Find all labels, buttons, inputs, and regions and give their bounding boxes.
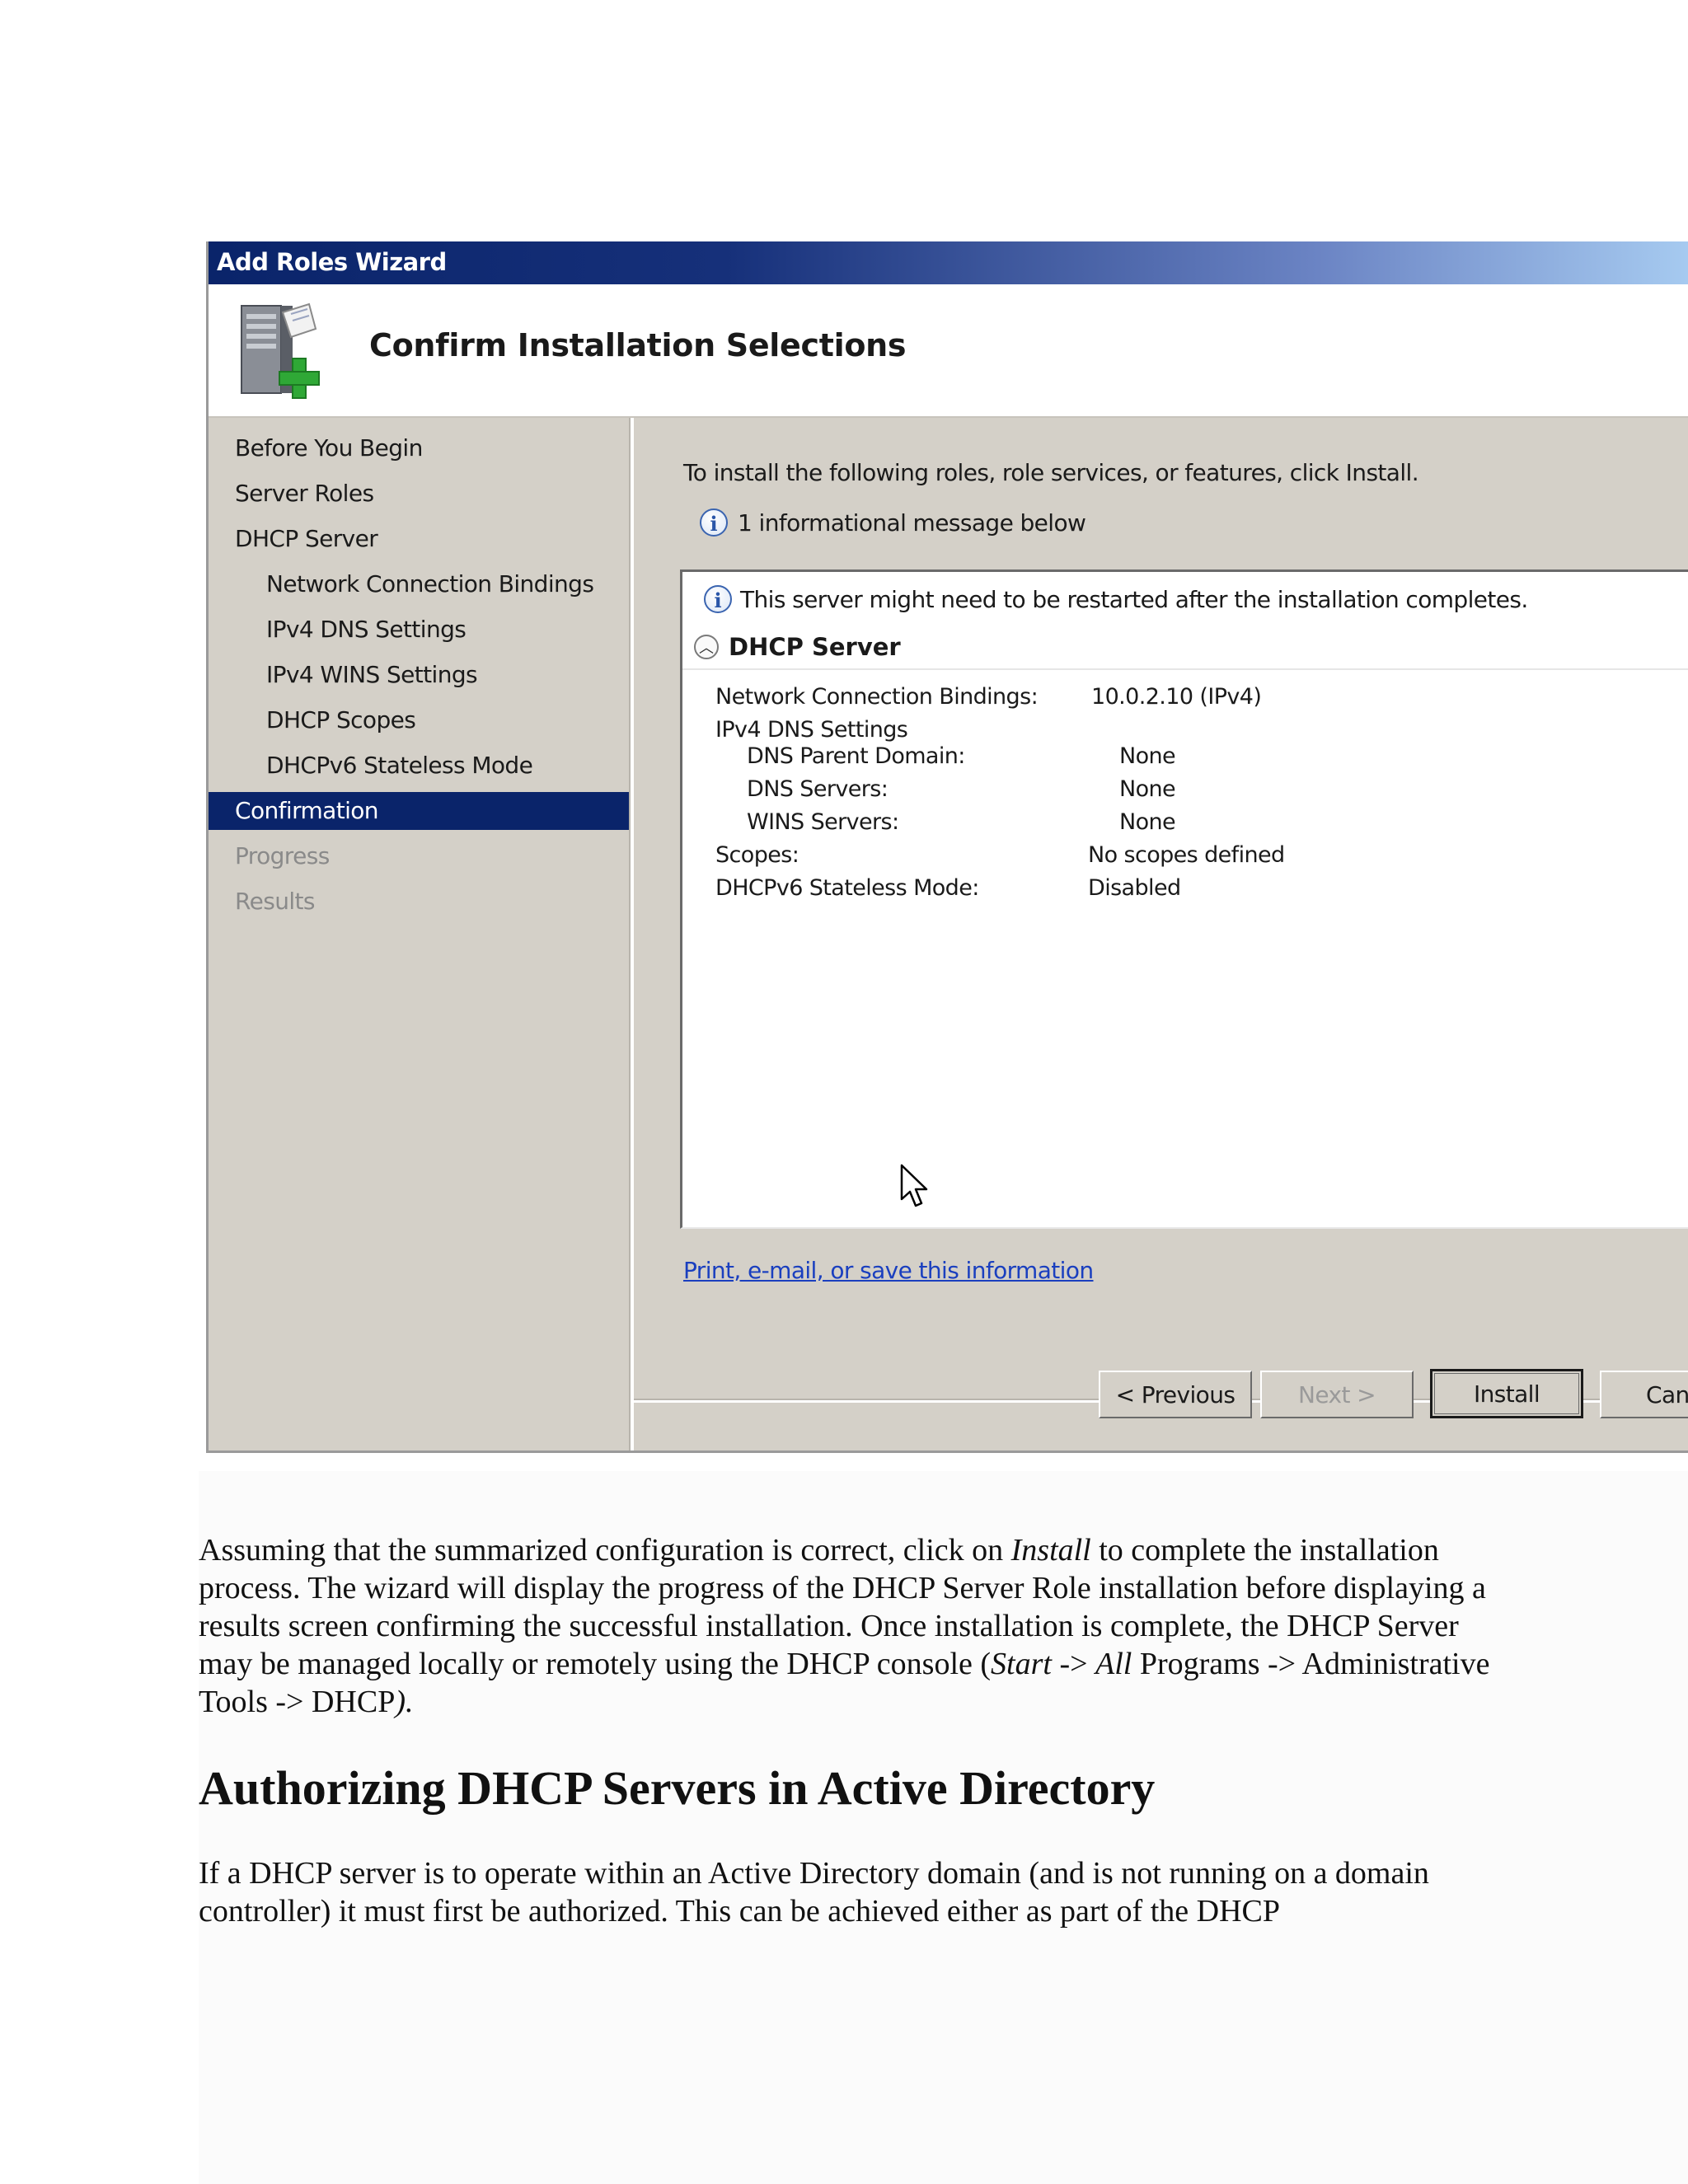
- next-button: Next >: [1260, 1371, 1414, 1418]
- paragraph-text: ->: [1051, 1647, 1096, 1681]
- section-heading: Authorizing DHCP Servers in Active Direc…: [199, 1761, 1156, 1815]
- intro-text: To install the following roles, role ser…: [683, 459, 1419, 486]
- section-title: DHCP Server: [729, 633, 901, 661]
- title-bar[interactable]: Add Roles Wizard: [209, 241, 1688, 284]
- wizard-header: Confirm Installation Selections: [209, 284, 1688, 418]
- info-summary: i 1 informational message below: [700, 509, 1086, 537]
- stateless-mode-label: DHCPv6 Stateless Mode:: [715, 875, 979, 901]
- start-emphasis: Start: [991, 1647, 1052, 1681]
- install-emphasis: Install: [1010, 1533, 1091, 1568]
- nav-item-network-connection-bindings[interactable]: Network Connection Bindings: [209, 565, 629, 603]
- nav-item-dhcp-server[interactable]: DHCP Server: [209, 520, 629, 558]
- install-button[interactable]: Install: [1430, 1369, 1583, 1418]
- nav-item-ipv4-wins-settings[interactable]: IPv4 WINS Settings: [209, 656, 629, 694]
- nav-item-before-you-begin[interactable]: Before You Begin: [209, 429, 629, 467]
- parent-domain-value: None: [1119, 743, 1176, 769]
- server-add-icon: [241, 302, 320, 399]
- previous-button[interactable]: < Previous: [1099, 1371, 1252, 1418]
- dns-settings-label: IPv4 DNS Settings: [715, 717, 908, 743]
- restart-message: This server might need to be restarted a…: [740, 585, 1528, 613]
- wins-servers-label: WINS Servers:: [747, 809, 899, 835]
- dhcp-server-section-header: ︿ DHCP Server: [694, 633, 901, 661]
- section-divider: [682, 668, 1688, 670]
- nav-item-ipv4-dns-settings[interactable]: IPv4 DNS Settings: [209, 611, 629, 649]
- selection-details-panel[interactable]: i This server might need to be restarted…: [680, 569, 1688, 1229]
- nav-item-progress: Progress: [235, 842, 330, 869]
- bindings-label: Network Connection Bindings:: [715, 684, 1039, 710]
- dns-servers-value: None: [1119, 776, 1176, 802]
- nav-item-results: Results: [235, 888, 316, 915]
- authorization-paragraph: If a DHCP server is to operate within an…: [199, 1856, 1429, 1929]
- wins-servers-value: None: [1119, 809, 1176, 835]
- cancel-button[interactable]: Canc: [1600, 1371, 1688, 1418]
- nav-item-confirmation[interactable]: Confirmation: [209, 792, 629, 830]
- add-roles-wizard-window: Add Roles Wizard Confirm Installation Se…: [206, 241, 1688, 1453]
- stateless-mode-value: Disabled: [1088, 875, 1181, 901]
- scopes-label: Scopes:: [715, 842, 799, 868]
- wizard-content: To install the following roles, role ser…: [634, 418, 1688, 1451]
- paragraph-text: Assuming that the summarized configurati…: [199, 1533, 1011, 1568]
- closing-emphasis: ).: [395, 1685, 414, 1719]
- dns-servers-label: DNS Servers:: [747, 776, 889, 802]
- info-count-text: 1 informational message below: [738, 509, 1086, 537]
- restart-notice: i This server might need to be restarted…: [704, 585, 1528, 613]
- collapse-chevron-up-icon[interactable]: ︿: [694, 635, 719, 659]
- nav-item-dhcpv6-stateless-mode[interactable]: DHCPv6 Stateless Mode: [209, 747, 629, 785]
- wizard-navigation: Before You Begin Server Roles DHCP Serve…: [209, 418, 629, 1451]
- all-emphasis: All: [1095, 1647, 1132, 1681]
- mouse-pointer-icon: [900, 1164, 928, 1207]
- window-title: Add Roles Wizard: [217, 248, 447, 276]
- bindings-value: 10.0.2.10 (IPv4): [1091, 684, 1262, 710]
- scopes-value: No scopes defined: [1088, 842, 1285, 868]
- info-icon: i: [700, 509, 728, 537]
- nav-item-server-roles[interactable]: Server Roles: [209, 475, 629, 513]
- print-email-save-link[interactable]: Print, e-mail, or save this information: [683, 1257, 1094, 1284]
- instruction-paragraph: Assuming that the summarized configurati…: [199, 1531, 1517, 1721]
- nav-item-dhcp-scopes[interactable]: DHCP Scopes: [209, 701, 629, 739]
- info-icon: i: [704, 585, 732, 613]
- page-title: Confirm Installation Selections: [369, 327, 907, 363]
- parent-domain-label: DNS Parent Domain:: [747, 743, 965, 769]
